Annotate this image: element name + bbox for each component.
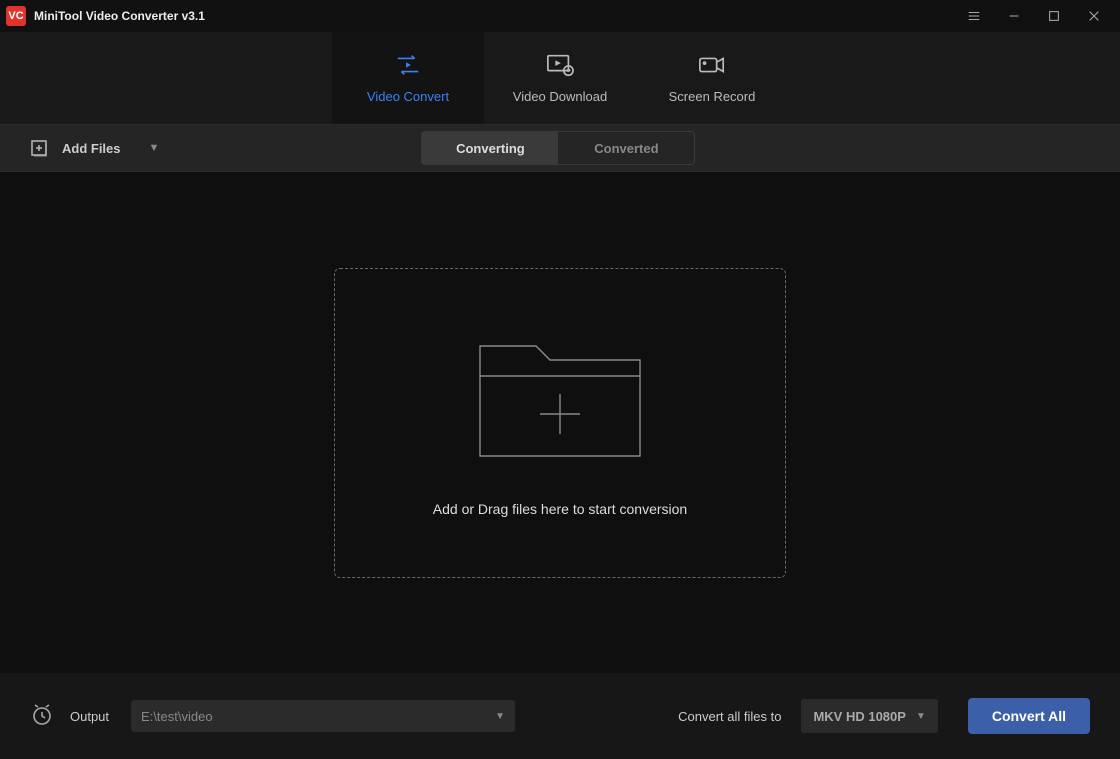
convert-all-button-label: Convert All xyxy=(992,708,1066,724)
add-files-button[interactable]: Add Files ▼ xyxy=(24,132,169,164)
main-tabs: Video Convert Video Download Screen Reco… xyxy=(0,32,1120,124)
app-title: MiniTool Video Converter v3.1 xyxy=(34,9,205,23)
drop-zone[interactable]: Add or Drag files here to start conversi… xyxy=(334,268,786,578)
tab-label: Video Download xyxy=(513,89,607,104)
maximize-button[interactable] xyxy=(1034,0,1074,32)
add-file-icon xyxy=(30,138,50,158)
tab-video-download[interactable]: Video Download xyxy=(484,32,636,124)
convert-icon xyxy=(394,53,422,77)
output-format-value: MKV HD 1080P xyxy=(813,709,905,724)
convert-all-label: Convert all files to xyxy=(678,709,781,724)
output-path-select[interactable]: E:\test\video ▼ xyxy=(131,700,515,732)
tab-label: Screen Record xyxy=(669,89,756,104)
title-bar: VC MiniTool Video Converter v3.1 xyxy=(0,0,1120,32)
add-files-label: Add Files xyxy=(62,141,121,156)
toolbar: Add Files ▼ Converting Converted xyxy=(0,124,1120,172)
chevron-down-icon: ▼ xyxy=(149,142,160,154)
tab-video-convert[interactable]: Video Convert xyxy=(332,32,484,124)
menu-button[interactable] xyxy=(954,0,994,32)
footer: Output E:\test\video ▼ Convert all files… xyxy=(0,673,1120,759)
tab-screen-record[interactable]: Screen Record xyxy=(636,32,788,124)
minimize-button[interactable] xyxy=(994,0,1034,32)
tab-label: Video Convert xyxy=(367,89,449,104)
convert-all-button[interactable]: Convert All xyxy=(968,698,1090,734)
workspace: Add or Drag files here to start conversi… xyxy=(0,172,1120,673)
status-segmented: Converting Converted xyxy=(421,131,695,165)
close-button[interactable] xyxy=(1074,0,1114,32)
folder-add-icon xyxy=(472,328,648,473)
segment-converted[interactable]: Converted xyxy=(558,132,694,164)
output-label: Output xyxy=(70,709,109,724)
schedule-icon[interactable] xyxy=(30,702,54,731)
chevron-down-icon: ▼ xyxy=(495,711,505,722)
record-icon xyxy=(698,53,726,77)
output-format-select[interactable]: MKV HD 1080P ▼ xyxy=(801,699,937,733)
segment-converting[interactable]: Converting xyxy=(422,132,558,164)
drop-hint: Add or Drag files here to start conversi… xyxy=(433,501,687,517)
chevron-down-icon: ▼ xyxy=(916,711,926,722)
output-path-value: E:\test\video xyxy=(141,709,213,724)
app-logo: VC xyxy=(6,6,26,26)
download-icon xyxy=(546,53,574,77)
